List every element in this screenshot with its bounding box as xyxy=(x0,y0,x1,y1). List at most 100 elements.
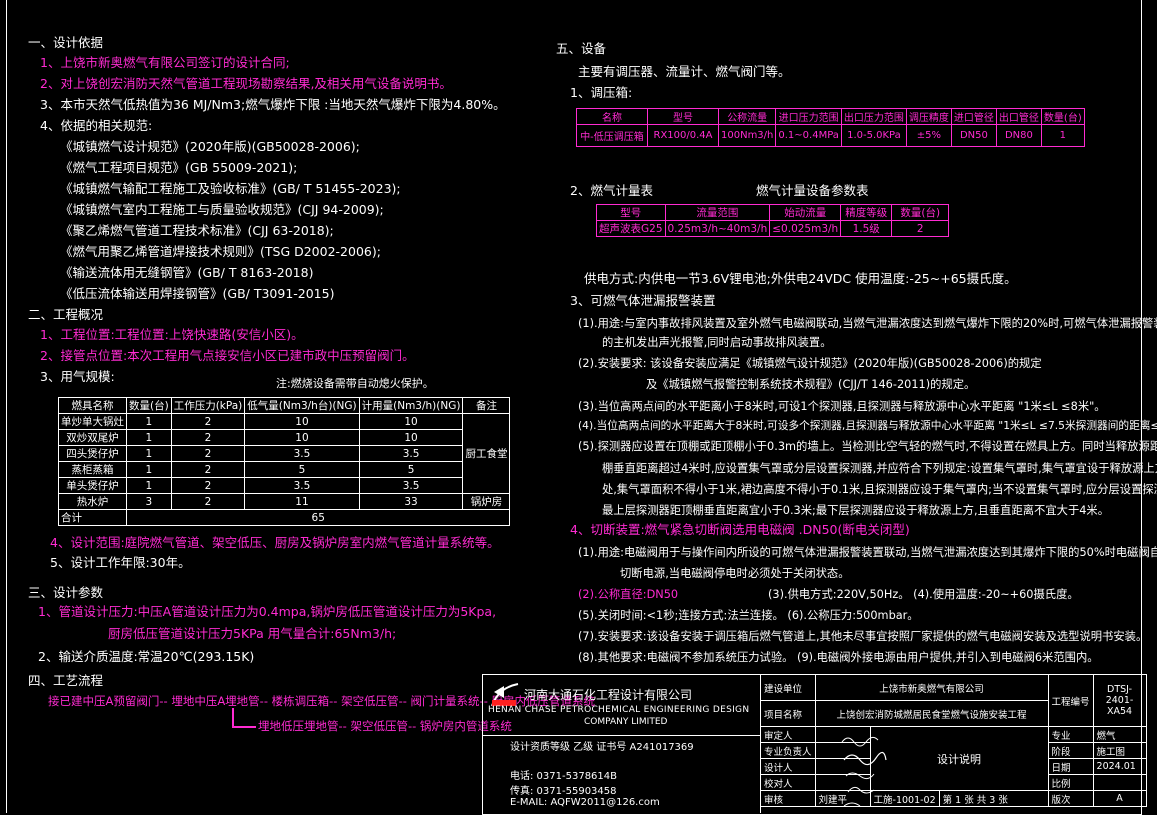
cell: 2 xyxy=(170,413,246,430)
version-value: A xyxy=(1092,790,1147,807)
s1-item-2: 2、对上饶创宏消防天然气管道工程现场勘察结果,及相关用气设备说明书。 xyxy=(40,76,452,91)
alarm-line-6: (4).当位高两点间的水平距离大于8米时,可设多个探测器,且探测器与释放源中心水… xyxy=(578,419,1157,432)
valve-power: (3).供电方式:220V,50Hz。 (4).使用温度:-20~+60摄氏度。 xyxy=(768,588,1079,601)
cell: DN50 xyxy=(950,124,997,147)
norm-7: 《输送流体用无缝钢管》(GB/ T 8163-2018) xyxy=(60,265,314,280)
process-flow-branch: 埋地低压埋地管-- 架空低压管-- 锅炉房内管道系统 xyxy=(258,719,512,733)
cell: 2 xyxy=(170,477,246,494)
cell: 3.5 xyxy=(358,477,464,494)
cell: 2 xyxy=(891,220,950,237)
ratio-value xyxy=(1092,774,1147,791)
cell: ±5% xyxy=(905,124,952,147)
header-cell: 备注 xyxy=(462,397,511,414)
s2-item-4: 4、设计范围:庭院燃气管道、架空低压、厨房及锅炉房室内燃气管道计量系统等。 xyxy=(50,535,500,550)
project-label: 项目名称 xyxy=(760,700,816,727)
cell: 5 xyxy=(358,461,464,478)
cell: 四头煲仔炉 xyxy=(58,445,127,462)
alarm-line-10: 最上层探测器距顶棚垂直距离宜小于0.3米;最下层探测器应设于释放源上方,且垂直距… xyxy=(602,504,1110,517)
cell: 1.5级 xyxy=(840,220,893,237)
flow-branch-line xyxy=(232,708,234,728)
header-cell: 精度等级 xyxy=(840,204,893,221)
cell: 中-低压调压箱 xyxy=(576,124,648,147)
table-total-row: 合计 65 xyxy=(58,509,511,526)
s3-item-2: 2、输送介质温度:常温20℃(293.15K) xyxy=(38,649,255,664)
header-cell: 进口压力范围 xyxy=(775,108,842,125)
flow-branch-line xyxy=(232,726,256,728)
norm-1: 《城镇燃气设计规范》(2020年版)(GB50028-2006); xyxy=(60,139,360,154)
header-cell: 低气量(Nm3/h台)(NG) xyxy=(244,397,360,414)
header-cell: 工作压力(kPa) xyxy=(170,397,246,414)
header-cell: 名称 xyxy=(576,108,648,125)
header-cell: 燃具名称 xyxy=(58,397,127,414)
norm-4: 《城镇燃气室内工程施工与质量验收规范》(CJJ 94-2009); xyxy=(60,202,384,217)
valve-title: 4、切断装置:燃气紧急切断阀选用电磁阀 .DN50(断电关闭型) xyxy=(570,522,910,537)
cell: 1 xyxy=(126,429,172,446)
valve-close-time: (5).关闭时间:<1秒;连接方式:法兰连接。 (6).公称压力:500mbar… xyxy=(578,609,919,622)
alarm-line-2: 的主机发出声光报警,同时启动事故排风装置。 xyxy=(602,336,832,349)
cell: 0.25m3/h~40m3/h xyxy=(664,220,771,237)
date-label: 日期 xyxy=(1047,758,1094,775)
table-row: 中-低压调压箱 RX100/0.4A 100Nm3/h 0.1~0.4MPa 1… xyxy=(576,124,1085,147)
ratio-label: 比例 xyxy=(1047,774,1094,791)
cell: 10 xyxy=(358,413,464,430)
section-4-title: 四、工艺流程 xyxy=(28,673,104,688)
remark-cell: 锅炉房 xyxy=(462,493,511,510)
norm-8: 《低压流体输送用焊接钢管》(GB/ T3091-2015) xyxy=(60,286,335,301)
cell: 2 xyxy=(170,429,246,446)
table-row: 单炒单大锅灶 1 2 10 10 厨工食堂 xyxy=(58,413,511,494)
section-5-title: 五、设备 xyxy=(556,41,607,56)
cell: 单炒单大锅灶 xyxy=(58,413,127,430)
table-row: 双炒双尾炉 1 2 10 10 xyxy=(58,429,510,446)
role-approver: 审定人 xyxy=(760,726,816,743)
valve-other: (8).其他要求:电磁阀不参加系统压力试验。 (9).电磁阀外接电源由用户提供,… xyxy=(578,651,1099,664)
power-supply: 供电方式:内供电一节3.6V锂电池;外供电24VDC 使用温度:-25~+65摄… xyxy=(584,271,1017,286)
header-cell: 数量(台) xyxy=(891,204,950,221)
gas-load-table: 燃具名称 数量(台) 工作压力(kPa) 低气量(Nm3/h台)(NG) 计用量… xyxy=(58,397,511,526)
alarm-title: 3、可燃气体泄漏报警装置 xyxy=(570,293,716,308)
cell: 11 xyxy=(244,493,360,510)
alarm-line-7: (5).探测器应设置在顶棚或距顶棚小于0.3m的墙上。当检测比空气轻的燃气时,不… xyxy=(578,440,1157,453)
header-cell: 数量(台) xyxy=(1040,108,1085,125)
meter-table-title: 燃气计量设备参数表 xyxy=(756,183,869,198)
norm-3: 《城镇燃气输配工程施工及验收标准》(GB/ T 51455-2023); xyxy=(60,181,401,196)
title-block-table: 建设单位 上饶市新奥燃气有限公司 工程编号 DTSJ-2401-XA54 项目名… xyxy=(760,674,1147,807)
alarm-line-9: 处,集气罩面积不得小于1米,裙边高度不得小于0.1米,且探测器应设于集气罩内;当… xyxy=(602,483,1157,496)
header-cell: 流量范围 xyxy=(664,204,771,221)
major-value: 燃气 xyxy=(1092,726,1147,743)
alarm-line-5: (3).当位高两点间的水平距离小于8米时,可设1个探测器,且探测器与释放源中心水… xyxy=(578,400,1106,413)
table-row: 单头煲仔炉 1 2 3.5 3.5 xyxy=(58,477,510,494)
header-cell: 数量(台) xyxy=(126,397,172,414)
version-label: 版次 xyxy=(1047,790,1094,807)
cell: 超声波表G25 xyxy=(596,220,666,237)
s1-item-1: 1、上饶市新奥燃气有限公司签订的设计合同; xyxy=(40,55,290,70)
cell: 2 xyxy=(170,445,246,462)
section-3-title: 三、设计参数 xyxy=(28,585,104,600)
header-cell: 型号 xyxy=(647,108,719,125)
norm-2: 《燃气工程项目规范》(GB 55009-2021); xyxy=(60,160,298,175)
header-cell: 进口管径 xyxy=(950,108,997,125)
table-row: 四头煲仔炉 1 2 3.5 3.5 xyxy=(58,445,510,462)
meter-title: 2、燃气计量表 xyxy=(570,183,653,198)
s1-item-4: 4、依据的相关规范: xyxy=(40,118,153,133)
cell: 0.1~0.4MPa xyxy=(775,124,842,147)
cell: 热水炉 xyxy=(58,493,127,510)
meter-table: 型号 流量范围 始动流量 精度等级 数量(台) 超声波表G25 0.25m3/h… xyxy=(596,204,950,237)
stage-value: 施工图 xyxy=(1092,742,1147,759)
total-value: 65 xyxy=(125,509,511,526)
total-label: 合计 xyxy=(58,509,127,526)
major-label: 专业 xyxy=(1047,726,1094,743)
cell: 1 xyxy=(126,445,172,462)
s2-item-2: 2、接管点位置:本次工程用气点接安信小区已建市政中压预留阀门。 xyxy=(40,348,415,363)
cell: 单头煲仔炉 xyxy=(58,477,127,494)
section-2-title: 二、工程概况 xyxy=(28,307,104,322)
header-cell: 始动流量 xyxy=(769,204,842,221)
cell: 1.0-5.0KPa xyxy=(840,124,907,147)
table-row: 热水炉 3 2 11 33 锅炉房 xyxy=(58,493,511,510)
s2-item-1: 1、工程位置:工程位置:上饶快速路(安信小区)。 xyxy=(40,327,304,342)
cell: RX100/0.4A xyxy=(647,124,719,147)
alarm-line-4: 及《城镇燃气报警控制系统技术规程》(CJJ/T 146-2011)的规定。 xyxy=(646,378,976,391)
signatures xyxy=(841,736,887,807)
cell: DN80 xyxy=(995,124,1042,147)
remark-cell: 厨工食堂 xyxy=(462,413,511,494)
sheet-no: 第 1 张 xyxy=(942,794,974,806)
